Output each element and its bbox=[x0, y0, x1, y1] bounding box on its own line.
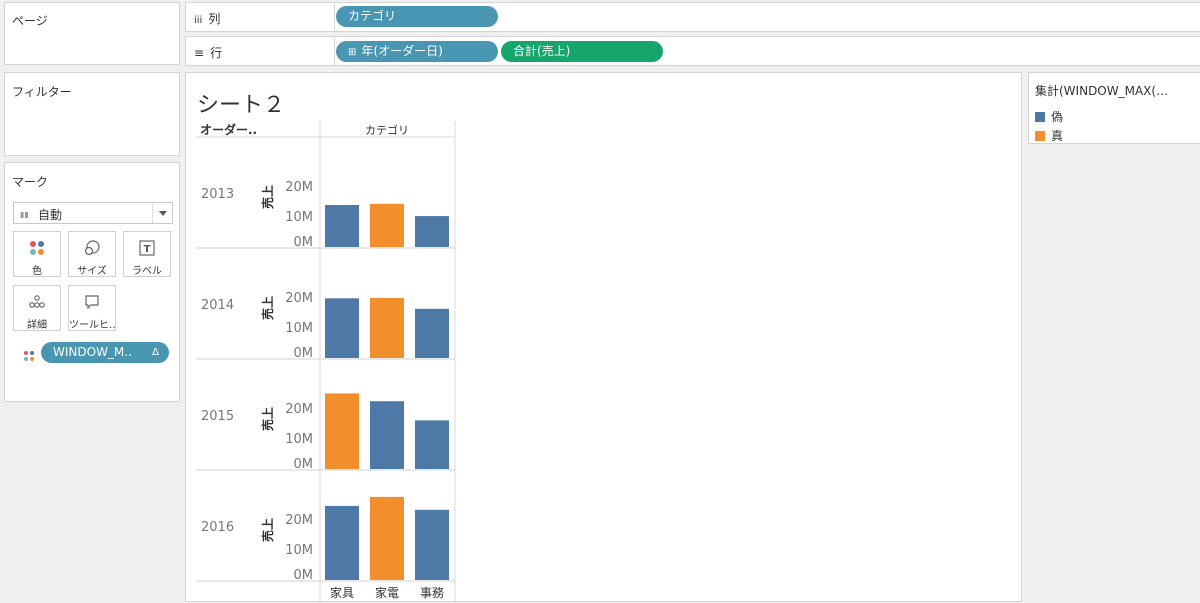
rows-shelf-label: ≡ 行 bbox=[194, 46, 223, 60]
size-circles-icon bbox=[69, 239, 115, 257]
detail-button[interactable]: 詳細 bbox=[13, 285, 61, 331]
category-label: 事務 bbox=[420, 586, 444, 600]
color-legend[interactable]: 集計(WINDOW_MAX(… 偽 真 bbox=[1028, 72, 1200, 144]
chevron-down-icon[interactable] bbox=[152, 203, 172, 223]
pages-card[interactable]: ページ bbox=[4, 2, 180, 65]
color-field-pill[interactable]: WINDOW_M.. Δ bbox=[41, 342, 169, 363]
pages-title: ページ bbox=[12, 14, 48, 28]
row-pill-year-text: 年(オーダー日) bbox=[361, 44, 443, 58]
y-tick-label: 10M bbox=[285, 432, 313, 447]
columns-shelf-label: iii 列 bbox=[194, 12, 221, 26]
color-button[interactable]: 色 bbox=[13, 231, 61, 277]
year-label: 2016 bbox=[201, 520, 234, 535]
bar-chart-icon: ▮▮ bbox=[20, 210, 29, 219]
expand-plus-icon[interactable]: ⊞ bbox=[348, 47, 356, 58]
bar bbox=[415, 420, 449, 469]
speech-bubble-icon bbox=[69, 293, 115, 311]
columns-shelf[interactable]: iii 列 カテゴリ bbox=[185, 2, 1200, 32]
year-label: 2014 bbox=[201, 298, 234, 313]
legend-swatch bbox=[1035, 131, 1045, 141]
mark-type-value: 自動 bbox=[38, 208, 63, 222]
size-label: サイズ bbox=[77, 266, 107, 277]
y-tick-label: 10M bbox=[285, 210, 313, 225]
filters-title: フィルター bbox=[12, 85, 72, 99]
bar bbox=[370, 496, 404, 580]
category-label: 家電 bbox=[375, 585, 399, 600]
color-label: 色 bbox=[32, 266, 42, 277]
year-label: 2013 bbox=[201, 187, 234, 202]
year-label: 2015 bbox=[201, 409, 234, 424]
label-button[interactable]: T ラベル bbox=[123, 231, 171, 277]
label-label: ラベル bbox=[132, 266, 162, 277]
marks-card: マーク ▮▮ 自動 色 サイズ T ラベル 詳細 ツールヒ… WINDOW_M.… bbox=[4, 162, 180, 402]
row-header-label: オーダー.. bbox=[200, 122, 257, 137]
mark-type-dropdown[interactable]: ▮▮ 自動 bbox=[13, 202, 173, 224]
text-t-icon: T bbox=[124, 239, 170, 257]
chart-svg: オーダー.. カテゴリ20130M10M20M売上20140M10M20M売上20… bbox=[196, 121, 456, 603]
marks-title: マーク bbox=[12, 175, 49, 189]
bar bbox=[370, 298, 404, 358]
color-field-text: WINDOW_M.. bbox=[53, 345, 132, 359]
size-button[interactable]: サイズ bbox=[68, 231, 116, 277]
tooltip-label: ツールヒ… bbox=[69, 320, 115, 331]
legend-item-true[interactable]: 真 bbox=[1035, 127, 1063, 144]
detail-dots-icon bbox=[14, 293, 60, 311]
svg-text:T: T bbox=[144, 244, 151, 255]
y-tick-label: 20M bbox=[285, 291, 313, 306]
filters-card[interactable]: フィルター bbox=[4, 72, 180, 156]
rows-shelf[interactable]: ≡ 行 ⊞ 年(オーダー日) 合計(売上) bbox=[185, 36, 1200, 66]
y-tick-label: 20M bbox=[285, 513, 313, 528]
y-axis-title: 売上 bbox=[260, 518, 275, 542]
category-label: 家具 bbox=[330, 585, 354, 600]
legend-swatch bbox=[1035, 112, 1045, 122]
bar bbox=[325, 393, 359, 469]
y-tick-label: 20M bbox=[285, 180, 313, 195]
shelf-divider bbox=[334, 3, 335, 31]
column-pill-category[interactable]: カテゴリ bbox=[336, 6, 498, 27]
row-pill-sales[interactable]: 合計(売上) bbox=[501, 41, 663, 62]
legend-title: 集計(WINDOW_MAX(… bbox=[1035, 84, 1169, 98]
bar bbox=[325, 505, 359, 580]
y-axis-title: 売上 bbox=[260, 407, 275, 431]
bar bbox=[415, 216, 449, 247]
delta-icon: Δ bbox=[152, 347, 159, 358]
rows-icon: ≡ bbox=[194, 46, 205, 60]
bar bbox=[325, 205, 359, 247]
worksheet-view[interactable]: シート２ オーダー.. カテゴリ 2013 0M 10M 20M 売上 2014 0M 10M 20… bbox=[185, 72, 1022, 603]
columns-icon: iii bbox=[194, 15, 203, 26]
tooltip-button[interactable]: ツールヒ… bbox=[68, 285, 116, 331]
bar bbox=[370, 401, 404, 469]
legend-item-false[interactable]: 偽 bbox=[1035, 108, 1063, 125]
y-tick-label: 10M bbox=[285, 543, 313, 558]
y-axis-title: 売上 bbox=[260, 185, 275, 209]
detail-label: 詳細 bbox=[27, 320, 47, 331]
bar bbox=[370, 203, 404, 247]
bar bbox=[415, 308, 449, 358]
bar bbox=[325, 298, 359, 358]
y-axis-title: 売上 bbox=[260, 296, 275, 320]
bar bbox=[415, 509, 449, 580]
y-tick-label: 20M bbox=[285, 402, 313, 417]
color-dots-icon bbox=[14, 239, 60, 257]
shelf-divider bbox=[334, 37, 335, 65]
color-field-icon bbox=[23, 347, 35, 366]
column-header-label: カテゴリ bbox=[365, 123, 409, 137]
row-pill-year[interactable]: ⊞ 年(オーダー日) bbox=[336, 41, 498, 62]
y-tick-label: 10M bbox=[285, 321, 313, 336]
